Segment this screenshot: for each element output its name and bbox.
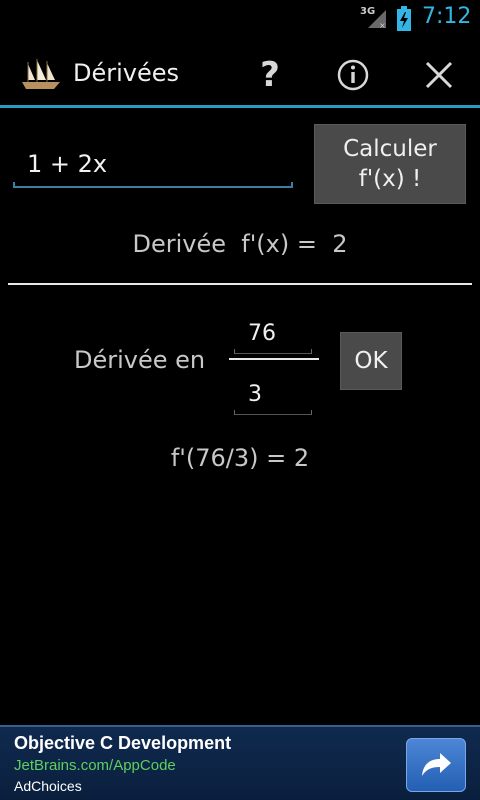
- fraction-bar: [229, 358, 319, 360]
- action-bar-divider: [0, 105, 480, 108]
- ad-url[interactable]: JetBrains.com/AppCode: [14, 757, 176, 774]
- share-arrow-icon: [422, 753, 451, 776]
- app-ship-icon: [22, 59, 60, 89]
- ad-banner[interactable]: Objective C Development JetBrains.com/Ap…: [0, 725, 480, 800]
- status-time: 7:12: [422, 4, 472, 29]
- ad-open-button[interactable]: [406, 738, 466, 792]
- calculate-button-line1: Calculer: [343, 136, 437, 162]
- calculate-derivative-button[interactable]: Calculer f'(x) !: [314, 124, 466, 204]
- action-bar: [0, 38, 480, 106]
- input-underline-tick: [13, 182, 15, 188]
- ad-title[interactable]: Objective C Development: [14, 733, 231, 754]
- input-underline-tick: [234, 349, 235, 354]
- svg-text:×: ×: [379, 21, 386, 30]
- input-underline-tick: [234, 410, 235, 415]
- app-title: Dérivées: [73, 59, 180, 87]
- ad-choices-link[interactable]: AdChoices: [14, 778, 82, 794]
- close-icon[interactable]: [422, 58, 456, 92]
- input-underline-tick: [311, 410, 312, 415]
- input-underline-tick: [291, 182, 293, 188]
- signal-icon: ×: [368, 10, 386, 30]
- evaluation-result: f'(76/3) = 2: [170, 444, 310, 472]
- derivative-result: Derivée f'(x) = 2: [132, 230, 348, 258]
- derivative-at-label: Dérivée en: [74, 346, 206, 374]
- calculate-button-line2: f'(x) !: [358, 166, 422, 192]
- numerator-input[interactable]: [234, 314, 312, 354]
- ok-button[interactable]: OK: [340, 332, 402, 390]
- help-icon[interactable]: ?: [250, 52, 290, 98]
- battery-charging-icon: [397, 6, 411, 31]
- input-underline-tick: [311, 349, 312, 354]
- denominator-input[interactable]: [234, 375, 312, 415]
- function-input[interactable]: [13, 142, 293, 188]
- section-divider: [8, 283, 472, 285]
- info-icon[interactable]: [336, 58, 370, 92]
